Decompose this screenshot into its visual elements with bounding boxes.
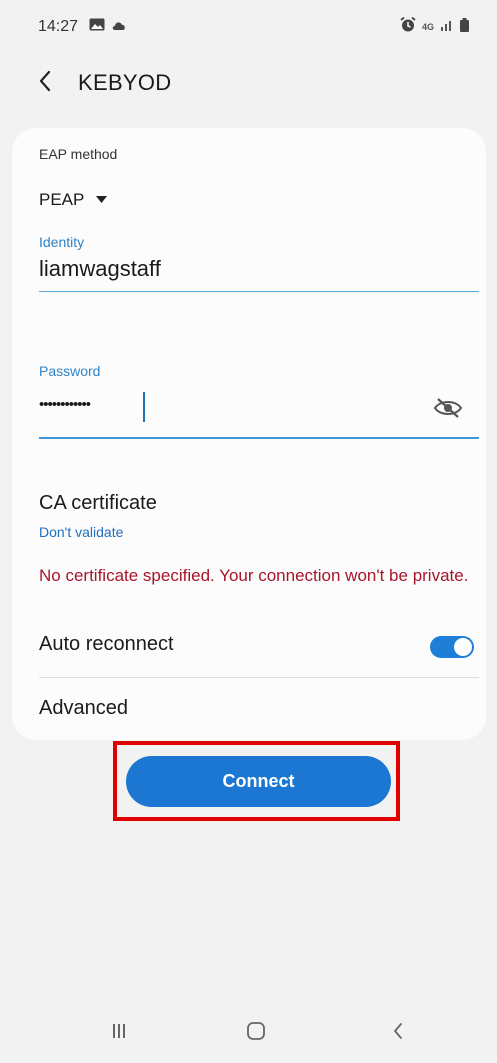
back-icon [393,1023,402,1039]
auto-reconnect-row[interactable]: Auto reconnect [39,628,479,664]
password-label: Password [39,363,101,379]
network-name-title: KEBYOD [78,70,172,95]
cloud-notification-icon [111,18,127,36]
eye-off-icon [433,398,463,418]
password-visibility-toggle[interactable] [432,396,464,420]
eap-method-label: EAP method [39,146,118,162]
password-input[interactable]: •••••••••••• [39,392,419,424]
network-type-label: 4G [421,21,434,32]
back-button[interactable] [30,64,60,98]
nav-recents-button[interactable] [97,1016,141,1046]
status-bar: 14:27 4G [0,0,497,52]
status-time: 14:27 [38,18,79,35]
eap-method-dropdown[interactable]: PEAP [39,186,108,214]
caret-down-icon [96,196,108,203]
certificate-warning: No certificate specified. Your connectio… [39,566,469,585]
wifi-eap-config-screen: 14:27 4G KEBYOD EAP method PEAP Identity… [0,0,497,1063]
nav-back-button[interactable] [376,1016,420,1046]
battery-icon [460,17,469,37]
recents-icon [113,1024,125,1038]
home-icon [247,1022,265,1040]
settings-card: EAP method PEAP Identity Password ••••••… [12,128,486,740]
chevron-left-icon [39,70,51,92]
connect-button[interactable]: Connect [126,756,391,807]
auto-reconnect-toggle[interactable] [430,636,474,658]
eap-method-value: PEAP [39,190,85,209]
divider [39,677,479,678]
identity-label: Identity [39,234,85,250]
ca-certificate-value[interactable]: Don't validate [39,524,123,540]
signal-icon [440,18,454,36]
top-app-bar: KEBYOD [0,58,497,108]
text-cursor [143,392,145,422]
auto-reconnect-label: Auto reconnect [39,633,174,655]
identity-input[interactable] [39,254,479,284]
gallery-notification-icon [89,18,105,36]
password-masked-value: •••••••••••• [39,396,91,413]
alarm-icon [400,16,416,37]
toggle-knob [454,638,472,656]
password-underline [39,437,479,439]
nav-home-button[interactable] [234,1016,278,1046]
identity-underline [39,291,479,292]
ca-certificate-label[interactable]: CA certificate [39,492,157,515]
advanced-option[interactable]: Advanced [39,697,128,720]
system-nav-bar [0,1000,497,1063]
